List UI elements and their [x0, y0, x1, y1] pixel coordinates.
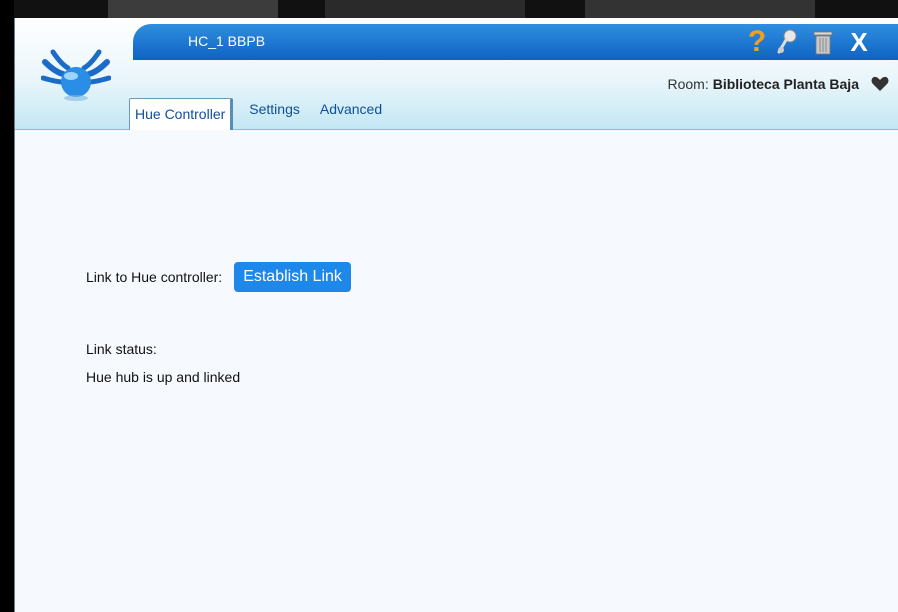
tab-bar: Hue Controller Settings Advanced — [129, 94, 388, 130]
help-button[interactable]: ? — [743, 26, 771, 58]
title-bar: HC_1 BBPB ? X — [133, 24, 898, 60]
hue-logo-icon — [41, 49, 111, 101]
window-header: HC_1 BBPB ? X Room: Biblioteca Planta Ba… — [15, 18, 898, 130]
close-button[interactable]: X — [845, 26, 873, 58]
trash-icon — [813, 31, 833, 55]
link-label: Link to Hue controller: — [86, 269, 223, 285]
tab-settings[interactable]: Settings — [243, 93, 306, 130]
background-strip — [108, 0, 278, 18]
link-status-label: Link status: — [86, 341, 157, 357]
background-strip — [325, 0, 525, 18]
window-title: HC_1 BBPB — [188, 33, 266, 49]
background-frame-left — [0, 0, 14, 612]
tab-hue-controller[interactable]: Hue Controller — [129, 98, 234, 130]
background-frame — [0, 0, 898, 18]
room-selector[interactable]: Room: Biblioteca Planta Baja — [667, 76, 889, 92]
device-window: HC_1 BBPB ? X Room: Biblioteca Planta Ba… — [14, 18, 898, 612]
pin-button[interactable] — [773, 26, 801, 58]
room-value: Biblioteca Planta Baja — [712, 76, 859, 92]
establish-link-button[interactable]: Establish Link — [234, 262, 351, 292]
heart-icon[interactable] — [871, 76, 889, 92]
trash-button[interactable] — [809, 26, 837, 58]
room-label: Room: — [667, 76, 709, 92]
link-status-value: Hue hub is up and linked — [86, 369, 241, 385]
content-panel: Link to Hue controller: Establish Link L… — [15, 131, 898, 612]
tab-advanced[interactable]: Advanced — [314, 93, 388, 130]
link-row: Link to Hue controller: Establish Link — [86, 262, 351, 292]
background-strip — [585, 0, 815, 18]
help-icon: ? — [747, 25, 767, 58]
close-icon: X — [850, 27, 868, 57]
pin-icon — [777, 29, 797, 54]
